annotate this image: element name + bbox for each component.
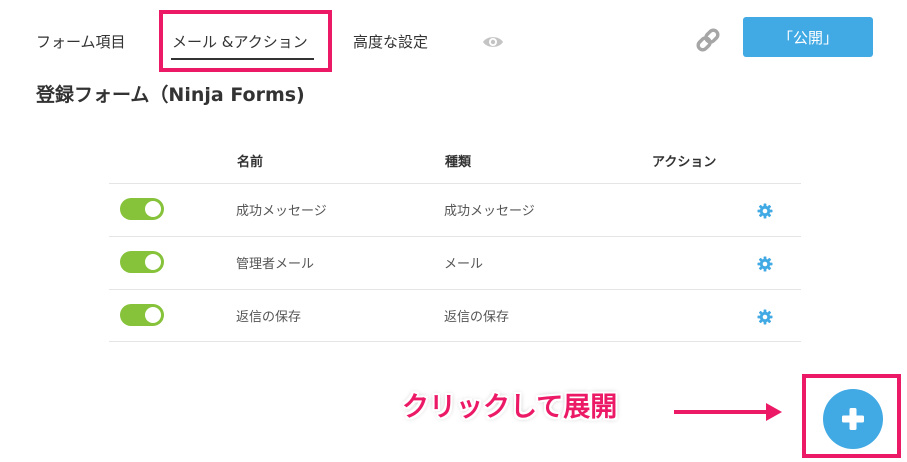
eye-icon[interactable] — [482, 34, 504, 50]
add-action-button[interactable] — [823, 389, 883, 449]
annotation-text: クリックして展開 — [402, 392, 618, 423]
arrow-right-icon — [674, 403, 782, 421]
enable-toggle[interactable] — [120, 251, 164, 273]
action-name: 返信の保存 — [236, 310, 302, 325]
action-type: 成功メッセージ — [444, 204, 535, 219]
column-header-type: 種類 — [445, 155, 472, 170]
toggle-knob — [145, 201, 161, 217]
action-type: 返信の保存 — [444, 310, 510, 325]
form-title: 登録フォーム（Ninja Forms) — [36, 84, 305, 106]
toggle-knob — [145, 307, 161, 323]
action-type: メール — [444, 257, 484, 272]
top-navigation: フォーム項目 メール &アクション 高度な設定 「公開」 — [0, 0, 907, 80]
table-row: 管理者メール メール — [109, 236, 801, 289]
tab-highlight-box — [159, 10, 332, 72]
toggle-knob — [145, 254, 161, 270]
column-header-action: アクション — [652, 155, 717, 170]
gear-icon[interactable] — [757, 256, 773, 272]
table-row: 成功メッセージ 成功メッセージ — [109, 183, 801, 236]
tab-advanced-settings[interactable]: 高度な設定 — [353, 31, 428, 52]
gear-icon[interactable] — [757, 309, 773, 325]
plus-icon — [842, 408, 864, 430]
enable-toggle[interactable] — [120, 198, 164, 220]
enable-toggle[interactable] — [120, 304, 164, 326]
link-icon[interactable] — [694, 26, 722, 54]
column-header-name: 名前 — [237, 155, 264, 170]
gear-icon[interactable] — [757, 203, 773, 219]
tab-form-fields[interactable]: フォーム項目 — [36, 31, 126, 52]
action-name: 成功メッセージ — [236, 204, 327, 219]
action-name: 管理者メール — [236, 257, 315, 272]
table-row: 返信の保存 返信の保存 — [109, 289, 801, 342]
publish-button[interactable]: 「公開」 — [743, 17, 873, 57]
